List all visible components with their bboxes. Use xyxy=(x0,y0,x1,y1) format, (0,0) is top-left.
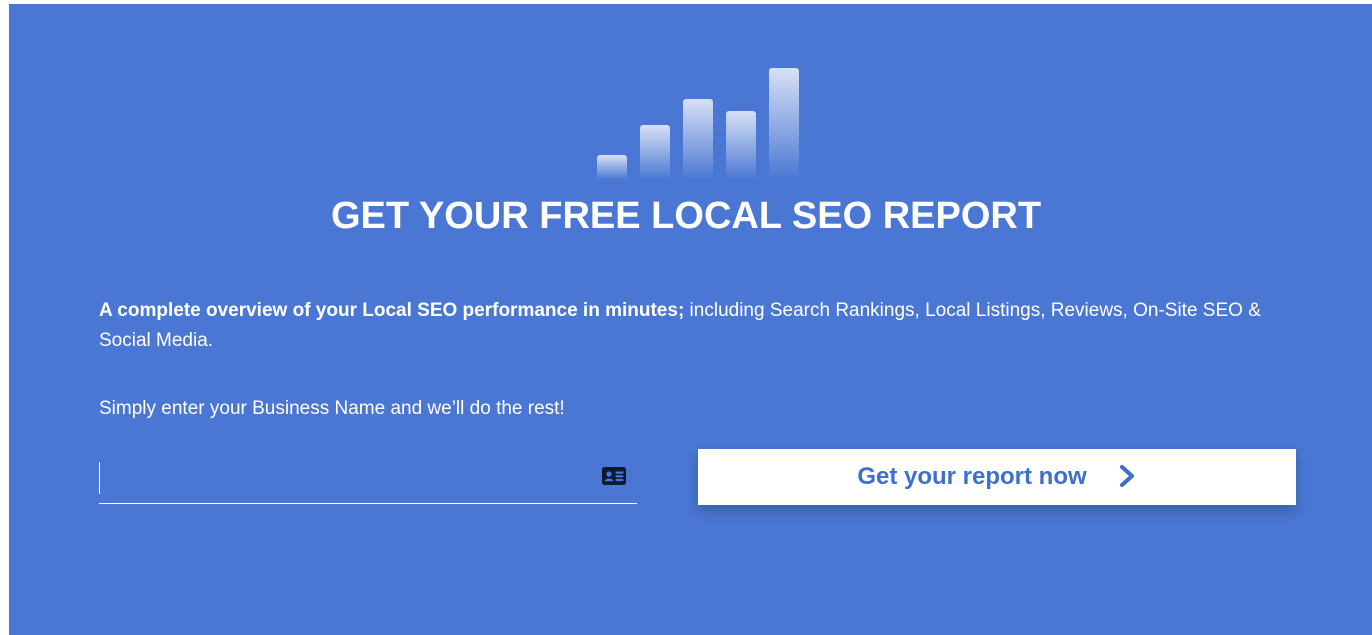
description-bold: A complete overview of your Local SEO pe… xyxy=(99,300,685,321)
bar-chart-bar xyxy=(769,68,799,180)
business-name-field xyxy=(99,458,637,504)
bar-chart-bar xyxy=(597,155,627,180)
page-title: GET YOUR FREE LOCAL SEO REPORT xyxy=(330,195,1042,237)
business-name-input[interactable] xyxy=(99,462,582,494)
get-report-button[interactable]: Get your report now xyxy=(698,449,1296,505)
bar-chart-bar xyxy=(640,125,670,180)
description: A complete overview of your Local SEO pe… xyxy=(99,296,1299,356)
get-report-button-label: Get your report now xyxy=(857,463,1087,490)
contact-card-icon xyxy=(602,467,626,485)
bar-chart-icon xyxy=(0,0,1372,200)
chevron-right-icon xyxy=(1119,464,1134,487)
bar-chart-bar xyxy=(726,111,756,180)
bar-chart-bar xyxy=(683,99,713,180)
get-report-button-content: Get your report now xyxy=(698,449,1296,505)
instruction-text: Simply enter your Business Name and we’l… xyxy=(99,398,565,419)
